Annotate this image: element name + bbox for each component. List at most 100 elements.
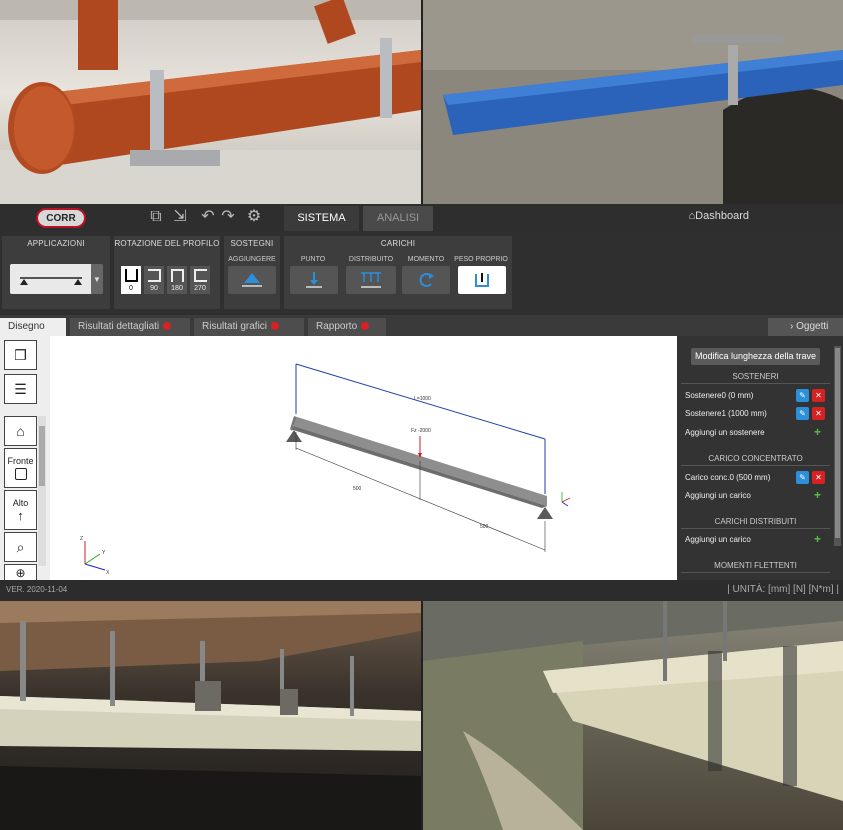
axis-y-label: Y: [102, 550, 106, 556]
tab-analisi[interactable]: ANALISI: [363, 206, 433, 231]
tab-rapporto[interactable]: Rapporto: [308, 318, 386, 336]
screenshot-collage: CORR ⧉ ⇲ ↶ ↷ ⚙ SISTEMA ANALISI ⌂Dashboar…: [0, 0, 843, 830]
support-icon: [242, 273, 262, 287]
bending-moments-section-title: MOMENTI FLETTENTI: [681, 559, 830, 573]
self-weight-button[interactable]: [458, 266, 506, 294]
oggetti-toggle[interactable]: › Oggetti: [768, 318, 843, 336]
momento-label: MOMENTO: [407, 256, 445, 263]
rotation-0-button[interactable]: 0: [121, 266, 141, 294]
beam-3d-view: L=1000 Fz -2000 500 500 Z Y X: [80, 363, 571, 576]
add-support-label: AGGIUNGERE: [228, 256, 276, 263]
distributed-load-icon: [361, 272, 381, 288]
arrow-up-icon: ↑: [17, 507, 24, 523]
list-icon: ☰: [14, 380, 27, 397]
zoom-in-icon: ⊕: [15, 565, 26, 580]
scrollbar-thumb[interactable]: [835, 348, 840, 538]
supports-section-title: SOSTENERI: [681, 370, 830, 384]
objects-panel: Modifica lunghezza della trave SOSTENERI…: [677, 336, 843, 580]
redo-icon[interactable]: ↷: [218, 207, 238, 227]
tab-risultati-dettagliati[interactable]: Risultati dettagliati: [70, 318, 190, 336]
dashboard-label: Dashboard: [695, 210, 749, 222]
gear-icon[interactable]: ⚙: [244, 207, 264, 227]
plus-icon[interactable]: +: [814, 425, 821, 439]
version-label: VER. 2020-11-04: [6, 585, 68, 594]
cube-view-button[interactable]: ❒: [4, 340, 37, 370]
delete-x-icon[interactable]: ✕: [812, 471, 825, 484]
u-profile-icon: [124, 269, 138, 282]
distributed-load-section-title: CARICHI DISTRIBUITI: [681, 515, 830, 529]
distribuito-label: DISTRIBUITO: [348, 256, 394, 263]
delete-x-icon[interactable]: ✕: [812, 389, 825, 402]
dim-right-label: 500: [480, 524, 489, 530]
edit-pencil-icon[interactable]: ✎: [796, 471, 809, 484]
search-icon: ⌕: [16, 538, 25, 555]
front-view-button[interactable]: Fronte: [4, 448, 37, 488]
chevron-down-icon[interactable]: ▼: [91, 264, 103, 294]
u-profile-icon: [193, 269, 207, 282]
open-external-icon[interactable]: ⧉: [146, 207, 166, 227]
brand-logo: CORR: [36, 208, 86, 228]
dashboard-link[interactable]: ⌂Dashboard: [689, 210, 749, 222]
delete-x-icon[interactable]: ✕: [812, 407, 825, 420]
axis-x-label: X: [106, 570, 110, 576]
warning-dot-icon: [271, 322, 280, 331]
point-load-button[interactable]: [290, 266, 338, 294]
add-support-link[interactable]: Aggiungi un sostenere: [685, 426, 830, 440]
plus-icon[interactable]: +: [814, 532, 821, 546]
panel-scrollbar[interactable]: [834, 346, 841, 546]
distributed-load-button[interactable]: [346, 266, 396, 294]
photo-blue-pipe: [423, 0, 843, 205]
left-scrollbar[interactable]: [38, 416, 46, 566]
app-window: CORR ⧉ ⇲ ↶ ↷ ⚙ SISTEMA ANALISI ⌂Dashboar…: [0, 204, 843, 601]
list-button[interactable]: ☰: [4, 374, 37, 404]
search-button[interactable]: ⌕: [4, 532, 37, 562]
top-bar: CORR ⧉ ⇲ ↶ ↷ ⚙ SISTEMA ANALISI ⌂Dashboar…: [0, 204, 843, 231]
photo-red-pipe: [0, 0, 421, 205]
rotation-90-button[interactable]: 90: [144, 266, 164, 294]
zoom-in-button[interactable]: ⊕: [4, 564, 37, 580]
undo-icon[interactable]: ↶: [198, 207, 218, 227]
length-label: L=1000: [414, 396, 431, 402]
home-view-button[interactable]: ⌂: [4, 416, 37, 446]
point-load-icon: [306, 272, 322, 288]
dim-left-label: 500: [353, 486, 362, 492]
import-icon[interactable]: ⇲: [170, 207, 190, 227]
ribbon: APPLICAZIONI ▼ ROTAZIONE DEL PROFILO 0 9…: [0, 231, 843, 315]
tab-sistema[interactable]: SISTEMA: [284, 206, 359, 231]
group-title: ROTAZIONE DEL PROFILO: [114, 239, 220, 248]
moment-button[interactable]: [402, 266, 450, 294]
group-sostegni: SOSTEGNI AGGIUNGERE: [224, 236, 280, 309]
tab-disegno[interactable]: Disegno: [0, 318, 66, 336]
modify-beam-length-button[interactable]: Modifica lunghezza della trave: [691, 348, 820, 365]
left-toolbar: ❒ ☰ ⌂ Fronte Alto ↑ ⌕ ⊕: [0, 336, 50, 580]
add-support-button[interactable]: [228, 266, 276, 294]
self-weight-icon: [475, 273, 489, 287]
rotation-180-button[interactable]: 180: [167, 266, 187, 294]
cube-icon: ❒: [14, 346, 27, 363]
group-title: SOSTEGNI: [230, 239, 274, 248]
top-view-button[interactable]: Alto ↑: [4, 490, 37, 530]
group-title: CARICHI: [380, 239, 416, 248]
rotation-270-button[interactable]: 270: [190, 266, 210, 294]
status-bar: VER. 2020-11-04 | UNITÀ: [mm] [N] [N*m] …: [0, 580, 843, 601]
concentrated-load-section-title: CARICO CONCENTRATO: [681, 452, 830, 466]
photo-large-pipe-creek: [423, 601, 843, 830]
warning-dot-icon: [361, 322, 370, 331]
tab-risultati-grafici[interactable]: Risultati grafici: [194, 318, 304, 336]
edit-pencil-icon[interactable]: ✎: [796, 389, 809, 402]
edit-pencil-icon[interactable]: ✎: [796, 407, 809, 420]
add-distributed-load-link[interactable]: Aggiungi un carico: [685, 533, 830, 547]
plus-icon[interactable]: +: [814, 488, 821, 502]
scrollbar-thumb[interactable]: [39, 426, 45, 486]
u-profile-icon: [147, 269, 161, 282]
add-load-link[interactable]: Aggiungi un carico: [685, 489, 830, 503]
moment-icon: [419, 273, 434, 287]
warning-dot-icon: [163, 322, 172, 331]
u-profile-icon: [170, 269, 184, 282]
simple-beam-icon: [20, 277, 82, 285]
punto-label: PUNTO: [300, 256, 326, 263]
drawing-canvas[interactable]: L=1000 Fz -2000 500 500 Z Y X: [50, 336, 677, 580]
square-icon: [14, 468, 27, 480]
application-select[interactable]: [10, 264, 92, 294]
peso-proprio-label: PESO PROPRIO: [454, 256, 508, 263]
